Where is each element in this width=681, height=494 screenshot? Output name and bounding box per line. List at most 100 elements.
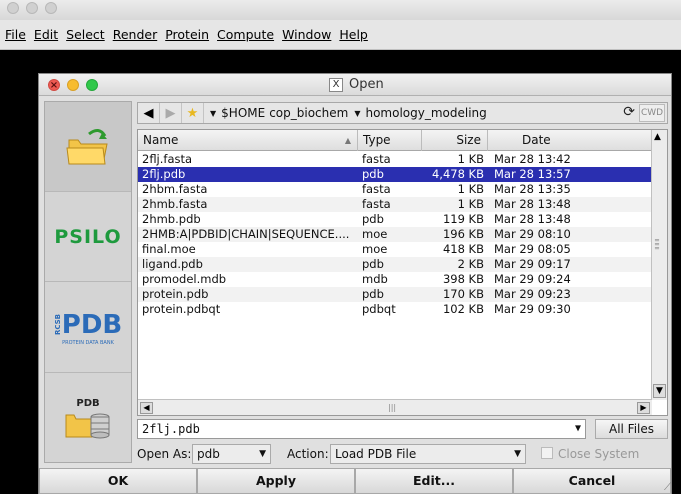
dialog-title-label: Open — [349, 77, 384, 92]
table-row[interactable]: protein.pdb pdb 170 KB Mar 29 09:23 — [138, 287, 652, 302]
cell-type: fasta — [362, 182, 391, 196]
menu-file[interactable]: File — [5, 27, 26, 42]
scroll-right-icon[interactable]: ▶ — [637, 402, 650, 414]
cell-name: 2flj.fasta — [142, 152, 193, 166]
cell-date: Mar 28 13:48 — [494, 197, 571, 211]
sidebar-item-rcsb-pdb[interactable]: RCSB PDB PROTEIN DATA BANK — [45, 283, 131, 373]
cell-name: ligand.pdb — [142, 257, 203, 271]
filename-field[interactable]: 2flj.pdb ▼ — [137, 419, 586, 439]
cell-size: 4,478 KB — [431, 167, 484, 181]
menu-help[interactable]: Help — [339, 27, 368, 42]
table-row[interactable]: 2hbm.fasta fasta 1 KB Mar 28 13:35 — [138, 182, 652, 197]
scroll-thumb-grip[interactable]: ‗ ‗ ‗ — [655, 233, 659, 249]
cell-size: 418 KB — [442, 242, 484, 256]
menu-render[interactable]: Render — [113, 27, 158, 42]
cell-type: pdb — [362, 287, 384, 301]
sidebar-item-psilo[interactable]: PSILO — [45, 193, 131, 282]
all-files-filter-button[interactable]: All Files — [595, 419, 668, 439]
cell-type: fasta — [362, 152, 391, 166]
table-row[interactable]: 2hmb.pdb pdb 119 KB Mar 28 13:48 — [138, 212, 652, 227]
breadcrumb-cop-biochem[interactable]: cop_biochem — [269, 106, 348, 120]
dialog-minimize-button[interactable] — [67, 79, 79, 91]
cell-size: 170 KB — [442, 287, 484, 301]
window-close-button[interactable] — [7, 2, 19, 14]
cell-name: 2hmb.pdb — [142, 212, 201, 226]
cell-name: protein.pdb — [142, 287, 209, 301]
sort-ascending-icon: ▲ — [344, 136, 351, 145]
cell-size: 119 KB — [442, 212, 484, 226]
table-row[interactable]: 2hmb.fasta fasta 1 KB Mar 28 13:48 — [138, 197, 652, 212]
cell-size: 1 KB — [457, 182, 484, 196]
action-select[interactable]: Load PDB File ▼ — [330, 444, 526, 464]
cell-type: pdb — [362, 212, 384, 226]
cell-type: pdbqt — [362, 302, 396, 316]
open-folder-icon — [66, 128, 108, 164]
breadcrumb-homology-modeling[interactable]: ▼ homology_modeling — [352, 106, 486, 120]
edit-button[interactable]: Edit... — [355, 468, 513, 494]
filename-dropdown-arrow-icon[interactable]: ▼ — [575, 420, 581, 438]
cwd-button[interactable]: CWD — [639, 104, 665, 122]
menu-select[interactable]: Select — [66, 27, 105, 42]
table-row[interactable]: promodel.mdb mdb 398 KB Mar 29 09:24 — [138, 272, 652, 287]
cell-date: Mar 29 08:10 — [494, 227, 571, 241]
rcsb-pdb-logo: RCSB PDB — [53, 309, 123, 340]
menu-window[interactable]: Window — [282, 27, 331, 42]
close-system-checkbox[interactable] — [541, 447, 553, 459]
cell-date: Mar 28 13:57 — [494, 167, 571, 181]
vertical-scrollbar[interactable]: ▲ ‗ ‗ ‗ ▼ — [651, 130, 667, 400]
refresh-icon[interactable]: ⟳ — [623, 104, 635, 120]
favorites-star-icon[interactable]: ★ — [182, 103, 204, 123]
breadcrumb-home[interactable]: ▼ $HOME — [208, 106, 265, 120]
back-arrow-icon[interactable]: ◀ — [138, 103, 160, 123]
hscroll-thumb-grip[interactable]: ||| — [388, 403, 396, 412]
scroll-up-icon[interactable]: ▲ — [654, 132, 661, 142]
cancel-button[interactable]: Cancel — [513, 468, 671, 494]
column-header-type[interactable]: Type — [358, 130, 422, 151]
table-row[interactable]: ligand.pdb pdb 2 KB Mar 29 09:17 — [138, 257, 652, 272]
cell-size: 196 KB — [442, 227, 484, 241]
column-header-name[interactable]: Name ▲ — [138, 130, 358, 151]
apply-button[interactable]: Apply — [197, 468, 355, 494]
column-header-size[interactable]: Size — [422, 130, 488, 151]
options-row: Open As: pdb ▼ Action: Load PDB File ▼ Clo… — [137, 444, 668, 464]
open-as-select[interactable]: pdb ▼ — [192, 444, 271, 464]
open-as-label: Open As: — [137, 447, 192, 461]
window-zoom-button[interactable] — [45, 2, 57, 14]
dialog-maximize-button[interactable] — [86, 79, 98, 91]
table-row[interactable]: protein.pdbqt pdbqt 102 KB Mar 29 09:30 — [138, 302, 652, 317]
table-row[interactable]: 2HMB:A|PDBID|CHAIN|SEQUENCE.... moe 196 KB… — [138, 227, 652, 242]
scroll-left-icon[interactable]: ◀ — [140, 402, 153, 414]
app-titlebar — [0, 0, 681, 20]
open-as-dropdown-icon: ▼ — [259, 449, 266, 459]
menu-edit[interactable]: Edit — [34, 27, 58, 42]
dialog-close-button[interactable]: × — [48, 79, 60, 91]
cell-name: protein.pdbqt — [142, 302, 221, 316]
cell-size: 1 KB — [457, 197, 484, 211]
ok-button[interactable]: OK — [39, 468, 197, 494]
table-row[interactable]: 2flj.pdb pdb 4,478 KB Mar 28 13:57 — [138, 167, 652, 182]
horizontal-scrollbar[interactable]: ◀ ||| ▶ — [138, 399, 652, 415]
file-list: 2flj.fasta fasta 1 KB Mar 28 13:42 2flj.pdb p… — [138, 152, 652, 317]
menu-compute[interactable]: Compute — [217, 27, 274, 42]
cell-type: moe — [362, 242, 388, 256]
scroll-down-icon[interactable]: ▼ — [653, 384, 666, 398]
window-minimize-button[interactable] — [26, 2, 38, 14]
menu-protein[interactable]: Protein — [165, 27, 209, 42]
column-header-date[interactable]: Date — [488, 130, 652, 151]
cell-name: promodel.mdb — [142, 272, 227, 286]
table-row[interactable]: 2flj.fasta fasta 1 KB Mar 28 13:42 — [138, 152, 652, 167]
close-system-label: Close System — [558, 447, 640, 461]
sidebar-item-local-files[interactable] — [45, 102, 131, 192]
table-row[interactable]: final.moe moe 418 KB Mar 29 08:05 — [138, 242, 652, 257]
cell-name: 2hmb.fasta — [142, 197, 208, 211]
path-bar: ◀ ▶ ★ ▼ $HOME cop_biochem ▼ homology_model… — [137, 102, 668, 124]
action-dropdown-icon: ▼ — [514, 449, 521, 459]
cell-date: Mar 29 08:05 — [494, 242, 571, 256]
cell-date: Mar 28 13:35 — [494, 182, 571, 196]
cell-type: moe — [362, 227, 388, 241]
sidebar-item-pdb-database[interactable]: PDB — [45, 374, 131, 463]
cell-type: mdb — [362, 272, 388, 286]
forward-arrow-icon[interactable]: ▶ — [160, 103, 182, 123]
resize-grip-icon[interactable]: ⟋ — [664, 482, 671, 493]
cell-size: 2 KB — [457, 257, 484, 271]
